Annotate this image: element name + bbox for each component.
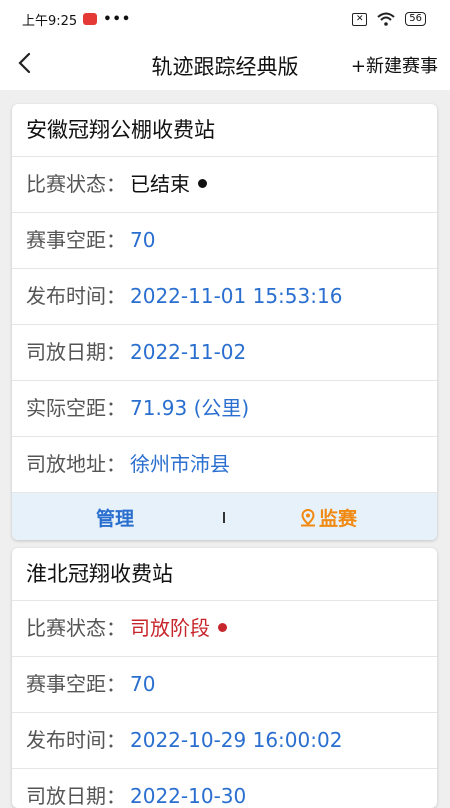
row-label: 发布时间： (26, 284, 126, 308)
row-label: 司放日期： (26, 784, 126, 808)
wifi-icon (377, 12, 395, 26)
status-dot-icon (198, 179, 207, 188)
event-card[interactable]: 淮北冠翔收费站 比赛状态： 司放阶段 赛事空距： 70 发布时间： 2022-10-2… (12, 548, 437, 808)
publish-time-row: 发布时间： 2022-10-29 16:00:02 (12, 713, 437, 769)
row-label: 赛事空距： (26, 672, 126, 696)
release-date-value: 2022-10-30 (130, 784, 247, 808)
event-name: 安徽冠翔公棚收费站 (12, 104, 437, 157)
new-event-button[interactable]: +新建赛事 (351, 52, 438, 78)
event-name: 淮北冠翔收费站 (12, 548, 437, 601)
app-notification-icon (83, 13, 98, 25)
release-date-value: 2022-11-02 (130, 340, 247, 364)
release-address-row: 司放地址： 徐州市沛县 (12, 437, 437, 493)
release-address-value: 徐州市沛县 (130, 452, 230, 476)
sim-off-icon: ✕ (352, 12, 368, 26)
monitor-button[interactable]: 监赛 (300, 504, 357, 531)
event-status-row: 比赛状态： 司放阶段 (12, 601, 437, 657)
release-date-row: 司放日期： 2022-10-30 (12, 769, 437, 808)
battery-icon: 56 (405, 12, 426, 26)
event-status-row: 比赛状态： 已结束 (12, 157, 437, 213)
row-label: 司放地址： (26, 452, 126, 476)
event-distance-value: 70 (130, 672, 156, 696)
event-distance-row: 赛事空距： 70 (12, 213, 437, 269)
event-status-value: 已结束 (130, 172, 190, 196)
divider (223, 512, 225, 523)
status-time: 上午9:25 (22, 13, 78, 29)
monitor-label: 监赛 (319, 508, 358, 530)
row-label: 司放日期： (26, 340, 126, 364)
event-distance-value: 70 (130, 228, 156, 252)
row-label: 实际空距： (26, 396, 126, 420)
event-distance-row: 赛事空距： 70 (12, 657, 437, 713)
publish-time-value: 2022-10-29 16:00:02 (130, 728, 343, 752)
event-status-value: 司放阶段 (130, 616, 210, 640)
event-card[interactable]: 安徽冠翔公棚收费站 比赛状态： 已结束 赛事空距： 70 发布时间： 2022-11-… (12, 104, 437, 540)
row-label: 赛事空距： (26, 228, 126, 252)
actual-distance-value: 71.93 (公里) (130, 396, 250, 420)
app-header: 轨迹跟踪经典版 +新建赛事 (0, 38, 450, 90)
location-pin-icon (301, 508, 315, 526)
card-actions: 管理 监赛 (12, 493, 437, 540)
row-label: 发布时间： (26, 728, 126, 752)
status-bar: 上午9:25 ••• ✕ 56 (0, 0, 450, 38)
release-date-row: 司放日期： 2022-11-02 (12, 325, 437, 381)
status-dot-icon (218, 623, 227, 632)
publish-time-row: 发布时间： 2022-11-01 15:53:16 (12, 269, 437, 325)
more-notifications-icon: ••• (103, 11, 132, 27)
row-label: 比赛状态： (26, 172, 126, 196)
publish-time-value: 2022-11-01 15:53:16 (130, 284, 343, 308)
manage-button[interactable]: 管理 (96, 504, 134, 531)
actual-distance-row: 实际空距： 71.93 (公里) (12, 381, 437, 437)
row-label: 比赛状态： (26, 616, 126, 640)
